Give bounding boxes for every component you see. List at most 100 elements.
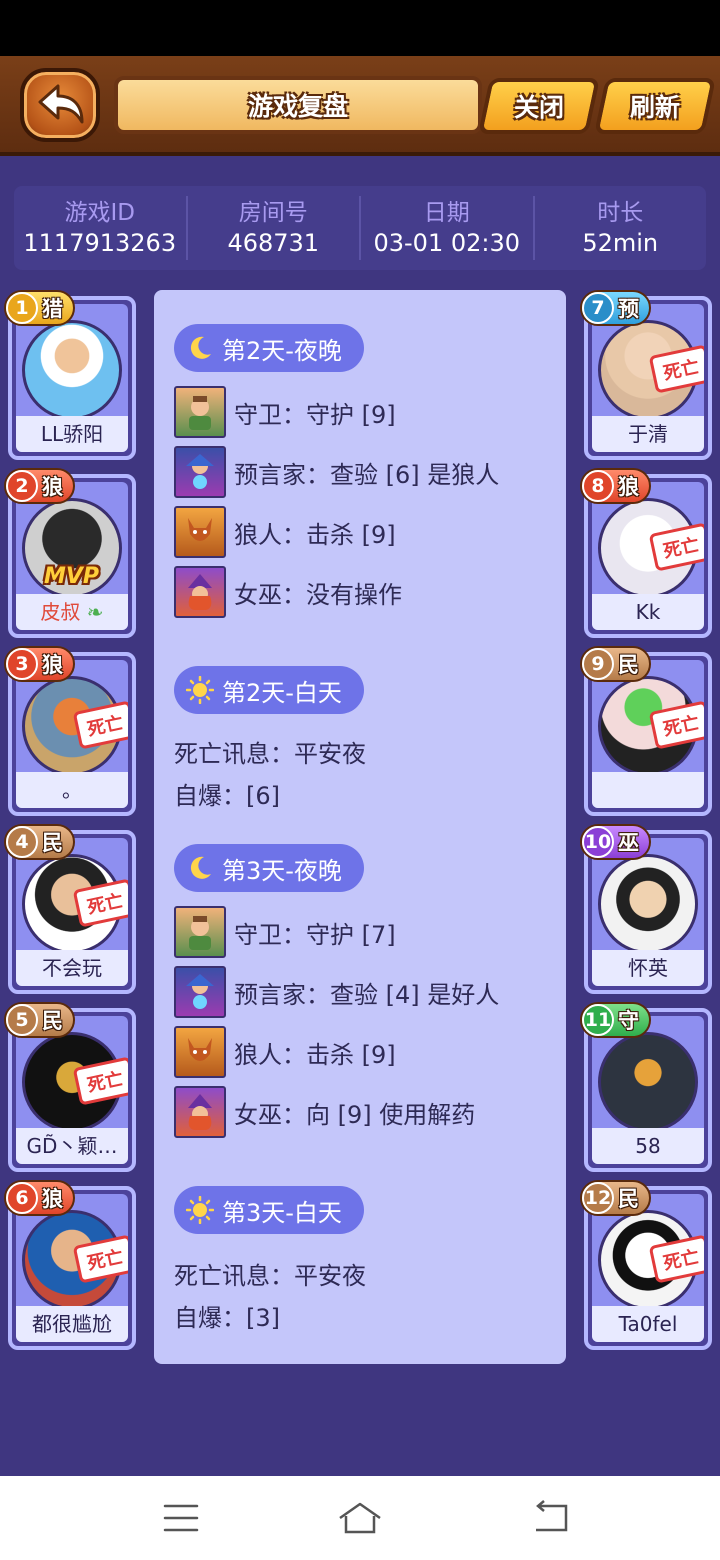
seat-number: 5 [6, 1004, 38, 1036]
avatar [598, 854, 698, 954]
log-text: 预言家：查验 [4] 是好人 [234, 980, 500, 1009]
seat-badge: 5 民 [4, 1002, 75, 1038]
card-body: 死亡 Kk [592, 482, 704, 630]
guard-icon [174, 386, 226, 438]
player-card-11[interactable]: 58 11 守 [580, 1002, 712, 1172]
back-button[interactable] [20, 68, 100, 142]
date-value: 03-01 02:30 [373, 229, 521, 257]
log-entry-witch: 女巫：向 [9] 使用解药 [174, 1086, 475, 1138]
seat-number: 3 [6, 648, 38, 680]
log-entry-guard: 守卫：守护 [9] [174, 386, 396, 438]
seat-badge: 3 狼 [4, 646, 75, 682]
card-body: LL骄阳 [16, 304, 128, 452]
seat-number: 7 [582, 292, 614, 324]
menu-icon[interactable] [162, 1500, 200, 1536]
death-message: 死亡讯息：平安夜 [174, 1262, 366, 1290]
room-label: 房间号 [238, 200, 308, 226]
phase-header-day3-night: 第3天-夜晚 [174, 844, 364, 892]
player-card-1[interactable]: LL骄阳 1 猎 [4, 290, 136, 460]
player-name: 皮叔 ❧ [16, 594, 128, 630]
player-name: 。 [16, 772, 128, 808]
card-body: 死亡 [592, 660, 704, 808]
seat-badge: 1 猎 [4, 290, 75, 326]
phase-title: 第3天-白天 [222, 1198, 342, 1227]
duration-label: 时长 [597, 200, 644, 226]
player-card-3[interactable]: 死亡 。 3 狼 [4, 646, 136, 816]
card-body: 死亡 都很尴尬 [16, 1194, 128, 1342]
player-card-6[interactable]: 死亡 都很尴尬 6 狼 [4, 1180, 136, 1350]
room-field: 房间号 468731 [188, 196, 361, 260]
player-name-text: 皮叔 [40, 600, 81, 624]
seat-badge: 8 狼 [580, 468, 651, 504]
witch-icon [174, 1086, 226, 1138]
role-label: 民 [618, 1187, 639, 1211]
phase-header-day2-night: 第2天-夜晚 [174, 324, 364, 372]
game-log-panel[interactable]: 第2天-夜晚 守卫：守护 [9] 预言家：查验 [6] 是狼人 狼人：击杀 [9… [154, 290, 566, 1364]
log-entry-seer: 预言家：查验 [4] 是好人 [174, 966, 499, 1018]
role-label: 狼 [42, 1187, 63, 1211]
player-card-5[interactable]: 死亡 GD̃丶颖… 5 民 [4, 1002, 136, 1172]
date-label: 日期 [423, 200, 470, 226]
seat-number: 11 [582, 1004, 614, 1036]
player-card-4[interactable]: 死亡 不会玩 4 民 [4, 824, 136, 994]
player-name [592, 772, 704, 808]
date-field: 日期 03-01 02:30 [361, 196, 535, 260]
seat-number: 10 [582, 826, 614, 858]
game-info-bar: 游戏ID 1117913263 房间号 468731 日期 03-01 02:3… [14, 186, 706, 270]
card-body: 死亡 不会玩 [16, 838, 128, 986]
player-card-9[interactable]: 死亡 9 民 [580, 646, 712, 816]
seat-badge: 10 巫 [580, 824, 651, 860]
role-label: 狼 [618, 475, 639, 499]
refresh-button[interactable]: 刷新 [594, 78, 716, 134]
player-card-12[interactable]: 死亡 Ta0fel 12 民 [580, 1180, 712, 1350]
log-text: 预言家：查验 [6] 是狼人 [234, 460, 500, 489]
seat-number: 2 [6, 470, 38, 502]
card-body: 死亡 于清 [592, 304, 704, 452]
seat-number: 4 [6, 826, 38, 858]
player-name: 怀英 [592, 950, 704, 986]
player-card-7[interactable]: 死亡 于清 7 预 [580, 290, 712, 460]
player-name: Ta0fel [592, 1306, 704, 1342]
moon-icon [190, 856, 211, 879]
seat-badge: 2 狼 [4, 468, 75, 504]
log-text: 守卫：守护 [7] [234, 920, 396, 949]
player-card-8[interactable]: 死亡 Kk 8 狼 [580, 468, 712, 638]
card-body: 死亡 。 [16, 660, 128, 808]
close-button[interactable]: 关闭 [478, 78, 600, 134]
phase-title: 第3天-夜晚 [222, 856, 342, 885]
log-text: 守卫：守护 [9] [234, 400, 396, 429]
phase-title: 第2天-白天 [222, 678, 342, 707]
player-name: LL骄阳 [16, 416, 128, 452]
seat-number: 8 [582, 470, 614, 502]
header: 游戏复盘 关闭 刷新 [0, 56, 720, 156]
moon-icon [190, 336, 211, 359]
duration-field: 时长 52min [535, 196, 707, 260]
player-name: Kk [592, 594, 704, 630]
player-card-10[interactable]: 怀英 10 巫 [580, 824, 712, 994]
seat-badge: 6 狼 [4, 1180, 75, 1216]
sun-icon [186, 676, 214, 704]
role-label: 狼 [42, 475, 63, 499]
seer-icon [174, 966, 226, 1018]
card-body: 怀英 [592, 838, 704, 986]
role-label: 民 [42, 831, 63, 855]
system-nav-bar [0, 1476, 720, 1560]
duration-value: 52min [582, 229, 659, 257]
back-arrow-icon [38, 84, 84, 124]
log-text: 狼人：击杀 [9] [234, 1040, 396, 1069]
role-label: 民 [618, 653, 639, 677]
player-name: 58 [592, 1128, 704, 1164]
seer-icon [174, 446, 226, 498]
witch-icon [174, 566, 226, 618]
home-icon[interactable] [336, 1500, 384, 1536]
seat-badge: 12 民 [580, 1180, 651, 1216]
leaf-icon: ❧ [86, 600, 104, 624]
game-id-label: 游戏ID [64, 200, 136, 226]
phase-title: 第2天-夜晚 [222, 336, 342, 365]
back-icon[interactable] [530, 1500, 570, 1536]
guard-icon [174, 906, 226, 958]
status-bar [0, 0, 720, 56]
player-card-2[interactable]: MVP 皮叔 ❧ 2 狼 [4, 468, 136, 638]
seat-badge: 11 守 [580, 1002, 651, 1038]
log-entry-witch: 女巫：没有操作 [174, 566, 402, 618]
